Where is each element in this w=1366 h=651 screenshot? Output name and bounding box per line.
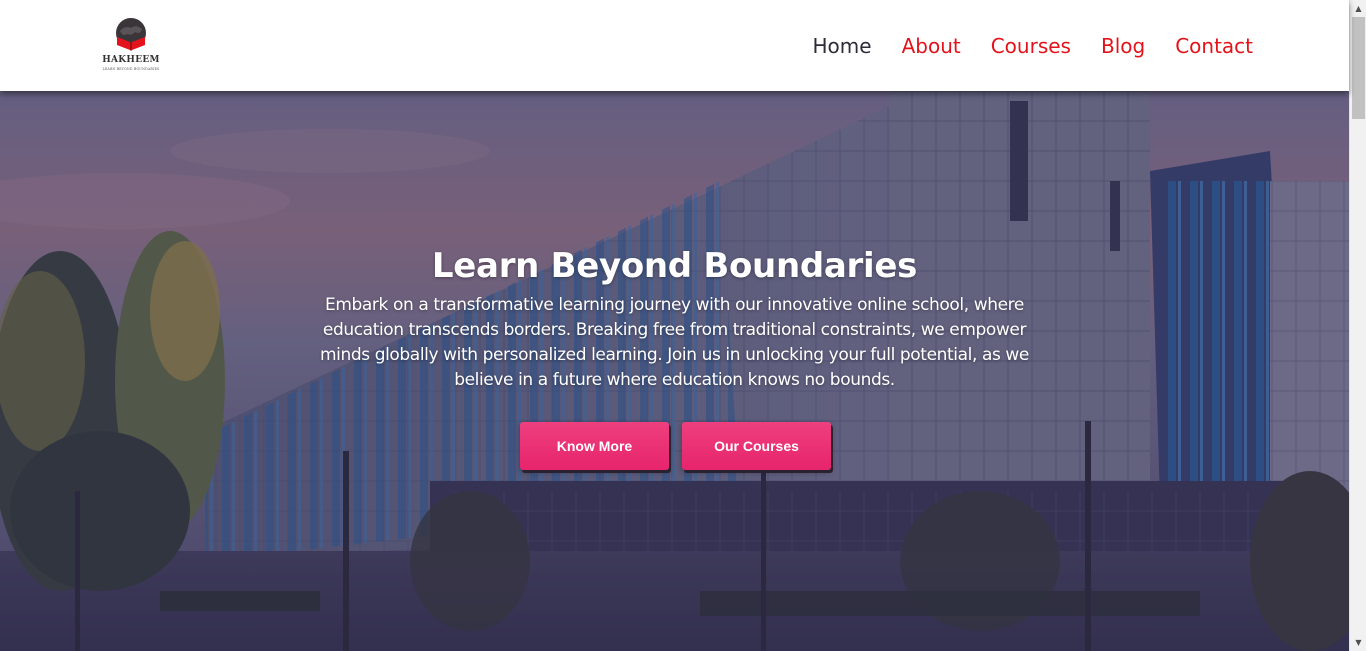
scroll-down-arrow-icon[interactable]: ▼ [1350,634,1366,651]
nav-home[interactable]: Home [813,32,872,60]
main-nav: Home About Courses Blog Contact [813,32,1253,60]
scroll-thumb[interactable] [1352,17,1365,119]
page: HAKHEEM LEARN BEYOND BOUNDARIES Home Abo… [0,0,1366,651]
hero-title: Learn Beyond Boundaries [431,246,918,286]
brand-name: HAKHEEM [102,55,160,65]
nav-blog[interactable]: Blog [1101,32,1145,60]
hero-content: Learn Beyond Boundaries Embark on a tran… [0,241,1349,393]
know-more-button[interactable]: Know More [520,422,669,470]
page-scrollbar[interactable]: ▲ ▼ [1349,0,1366,651]
hero-buttons: Know More Our Courses [520,422,831,470]
book-globe-icon [116,18,146,51]
our-courses-button[interactable]: Our Courses [682,422,831,470]
brand-tagline: LEARN BEYOND BOUNDARIES [102,67,160,71]
nav-courses[interactable]: Courses [991,32,1071,60]
nav-contact[interactable]: Contact [1175,32,1253,60]
site-logo[interactable]: HAKHEEM LEARN BEYOND BOUNDARIES [100,17,162,75]
nav-about[interactable]: About [902,32,961,60]
scroll-up-arrow-icon[interactable]: ▲ [1350,0,1366,17]
hero-description: Embark on a transformative learning jour… [319,295,1029,390]
site-header: HAKHEEM LEARN BEYOND BOUNDARIES Home Abo… [0,0,1349,91]
hero-section: Learn Beyond Boundaries Embark on a tran… [0,91,1349,651]
